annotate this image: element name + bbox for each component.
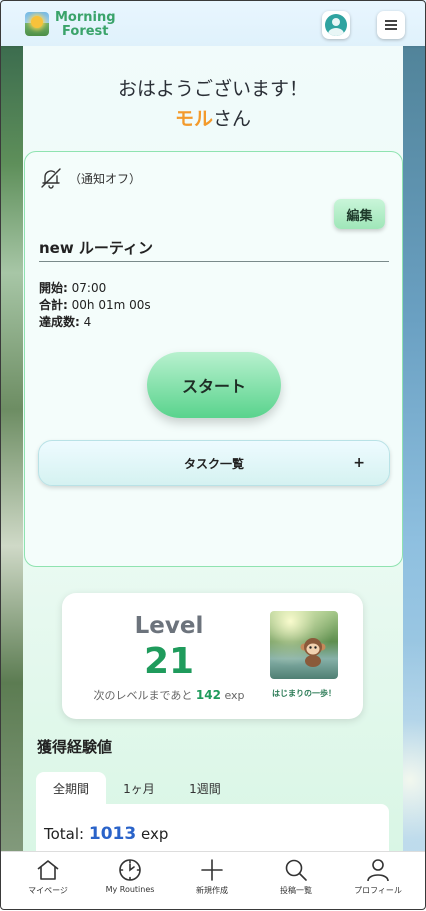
hamburger-icon	[385, 20, 397, 30]
home-icon	[37, 860, 59, 880]
achieved-count-label: 達成数:	[39, 315, 80, 329]
badge-image[interactable]	[270, 611, 338, 679]
next-level-value: 142	[195, 688, 221, 702]
tab-one-month[interactable]: 1ヶ月	[106, 772, 172, 804]
nav-mypage[interactable]: マイページ	[8, 858, 88, 896]
search-icon	[285, 859, 307, 881]
routine-card: （通知オフ） 編集 new ルーティン 開始: 07:00 合計: 00h 01…	[24, 151, 403, 567]
level-label: Level	[134, 613, 204, 639]
next-level-info: 次のレベルまであと 142 exp	[62, 687, 276, 703]
task-list-label: タスク一覧	[183, 456, 244, 471]
tab-all-time[interactable]: 全期間	[36, 772, 106, 804]
person-icon	[367, 859, 389, 882]
level-value: 21	[143, 641, 195, 682]
profile-avatar-button[interactable]	[322, 11, 350, 39]
next-level-prefix: 次のレベルまであと	[93, 689, 193, 702]
notification-status[interactable]: （通知オフ）	[39, 166, 141, 190]
bottom-navigation: マイページ My Routines 新規作成 投稿一覧 プロフィール	[0, 851, 426, 911]
experience-total-panel: Total: 1013 exp	[36, 804, 389, 851]
start-button[interactable]: スタート	[147, 352, 281, 418]
nav-profile[interactable]: プロフィール	[338, 858, 418, 896]
tab-one-week[interactable]: 1週間	[172, 772, 238, 804]
app-logo[interactable]: Morning Forest	[55, 11, 116, 39]
edit-button[interactable]: 編集	[334, 199, 385, 229]
logo-line-2: Forest	[62, 24, 109, 39]
logo-line-1: Morning	[55, 10, 116, 25]
experience-total: Total: 1013 exp	[44, 824, 168, 844]
total-time-value: 00h 01m 00s	[71, 298, 151, 312]
total-label: Total:	[44, 825, 85, 843]
achieved-count-row: 達成数: 4	[39, 314, 151, 331]
routine-title: new ルーティン	[39, 237, 389, 262]
achieved-count-value: 4	[83, 315, 92, 329]
user-name-line: モルさん	[23, 104, 403, 131]
app-header: Morning Forest	[0, 0, 426, 46]
plus-icon	[201, 859, 223, 881]
nav-my-routines-label: My Routines	[105, 885, 155, 894]
main-content: おはようございます！ モルさん （通知オフ） 編集 new ルーティン 開始: …	[23, 46, 403, 851]
total-time-label: 合計:	[39, 298, 68, 312]
nav-new-create[interactable]: 新規作成	[172, 858, 252, 896]
greeting-text: おはようございます！	[117, 78, 308, 100]
nav-posts[interactable]: 投稿一覧	[256, 858, 336, 896]
sun-logo-icon	[25, 12, 49, 36]
name-suffix: さん	[213, 108, 252, 130]
clock-icon	[119, 859, 141, 881]
bell-off-icon	[41, 168, 61, 189]
avatar-icon	[325, 14, 347, 36]
task-list-button[interactable]: タスク一覧 +	[38, 440, 390, 486]
start-time-row: 開始: 07:00	[39, 280, 151, 297]
nav-profile-label: プロフィール	[354, 886, 402, 895]
nav-posts-label: 投稿一覧	[280, 886, 312, 895]
monkey-icon	[300, 638, 326, 667]
nav-mypage-label: マイページ	[28, 886, 68, 895]
user-name: モル	[174, 108, 213, 130]
nav-my-routines[interactable]: My Routines	[90, 858, 170, 894]
experience-tabs: 全期間 1ヶ月 1週間	[36, 772, 389, 804]
total-time-row: 合計: 00h 01m 00s	[39, 297, 151, 314]
expand-plus-icon: +	[353, 455, 365, 471]
experience-title: 獲得経験値	[37, 738, 113, 756]
nav-new-create-label: 新規作成	[196, 886, 228, 895]
badge-caption: はじまりの一歩！	[272, 689, 336, 698]
hamburger-menu-button[interactable]	[377, 11, 405, 39]
next-level-unit: exp	[224, 689, 245, 702]
total-value: 1013	[88, 824, 137, 844]
start-time-value: 07:00	[71, 281, 107, 295]
start-time-label: 開始:	[39, 281, 68, 295]
total-unit: exp	[140, 825, 169, 843]
notification-label: （通知オフ）	[69, 171, 142, 186]
routine-stats: 開始: 07:00 合計: 00h 01m 00s 達成数: 4	[39, 280, 151, 331]
level-card: Level 21 次のレベルまであと 142 exp はじまりの一歩！	[62, 593, 363, 719]
